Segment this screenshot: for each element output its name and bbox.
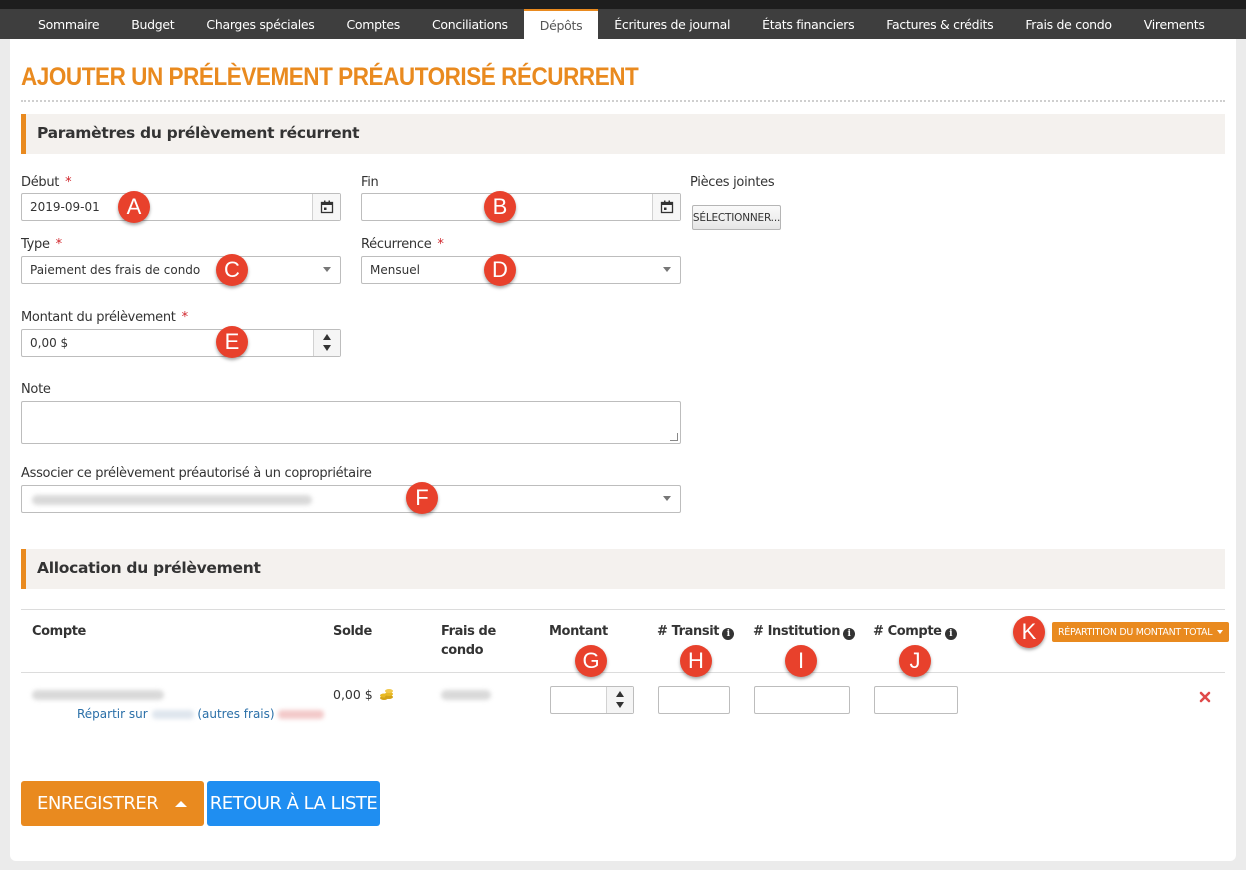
row-amount-stepper[interactable] bbox=[606, 687, 633, 713]
table-top-border bbox=[21, 609, 1225, 610]
spin-down-icon[interactable] bbox=[616, 702, 624, 708]
select-attachments-button[interactable]: SÉLECTIONNER... bbox=[692, 205, 781, 230]
required-asterisk: * bbox=[181, 310, 189, 325]
row-transit-input[interactable] bbox=[658, 686, 730, 714]
table-header-divider bbox=[21, 672, 1225, 673]
start-date-label: Début * bbox=[21, 175, 72, 190]
owner-label: Associer ce prélèvement préautorisé à un… bbox=[21, 466, 372, 481]
chevron-down-icon bbox=[323, 267, 331, 272]
note-label: Note bbox=[21, 382, 51, 397]
tab-conciliations[interactable]: Conciliations bbox=[416, 9, 524, 39]
caret-up-icon[interactable] bbox=[175, 801, 187, 807]
chevron-down-icon bbox=[663, 496, 671, 501]
marker-i: I bbox=[785, 645, 817, 677]
marker-g: G bbox=[575, 645, 607, 677]
info-icon[interactable]: i bbox=[944, 628, 957, 640]
back-to-list-button[interactable]: RETOUR À LA LISTE bbox=[207, 781, 380, 826]
redacted-amount bbox=[151, 710, 194, 719]
coins-icon[interactable] bbox=[379, 687, 394, 701]
redacted-account-name bbox=[32, 690, 164, 700]
resize-handle-icon[interactable] bbox=[670, 433, 678, 441]
required-asterisk: * bbox=[55, 237, 63, 252]
redacted-condo-fees bbox=[441, 690, 491, 700]
required-asterisk: * bbox=[65, 175, 72, 190]
type-label: Type * bbox=[21, 237, 62, 252]
redacted-status bbox=[278, 710, 325, 719]
recurrence-select[interactable]: Mensuel bbox=[361, 256, 681, 284]
split-line: Répartir sur (autres frais) bbox=[77, 707, 325, 721]
info-icon[interactable]: i bbox=[843, 628, 856, 640]
end-date-label: Fin bbox=[361, 175, 379, 190]
row-amount-input[interactable] bbox=[550, 686, 634, 714]
amount-stepper[interactable] bbox=[313, 330, 340, 356]
col-header-balance: Solde bbox=[333, 624, 372, 639]
spin-up-icon[interactable] bbox=[616, 691, 624, 697]
tab-budget[interactable]: Budget bbox=[115, 9, 190, 39]
col-header-institution: # Institution i bbox=[753, 622, 856, 641]
allocation-section-header: Allocation du prélèvement bbox=[21, 549, 1225, 589]
marker-d: D bbox=[484, 254, 516, 286]
marker-h: H bbox=[680, 645, 712, 677]
title-divider bbox=[21, 100, 1225, 102]
save-button[interactable]: ENREGISTRER bbox=[21, 781, 204, 826]
tab-ecritures-de-journal[interactable]: Écritures de journal bbox=[598, 9, 746, 39]
params-section-header: Paramètres du prélèvement récurrent bbox=[21, 114, 1225, 154]
tab-factures-credits[interactable]: Factures & crédits bbox=[870, 9, 1009, 39]
tab-etats-financiers[interactable]: États financiers bbox=[746, 9, 870, 39]
delete-row-icon[interactable] bbox=[1199, 691, 1211, 703]
amount-label: Montant du prélèvement * bbox=[21, 310, 188, 325]
col-header-account-number: # Compte i bbox=[873, 622, 957, 641]
end-date-input[interactable] bbox=[361, 193, 681, 221]
sub-navigation: Sommaire Budget Charges spéciales Compte… bbox=[0, 9, 1246, 39]
marker-b: B bbox=[484, 191, 516, 223]
marker-c: C bbox=[216, 254, 248, 286]
marker-j: J bbox=[899, 645, 931, 677]
info-icon[interactable]: i bbox=[722, 628, 735, 640]
type-select[interactable]: Paiement des frais de condo bbox=[21, 256, 341, 284]
required-asterisk: * bbox=[437, 237, 444, 252]
tab-charges-speciales[interactable]: Charges spéciales bbox=[190, 9, 330, 39]
tab-sommaire[interactable]: Sommaire bbox=[22, 9, 115, 39]
tab-frais-de-condo[interactable]: Frais de condo bbox=[1009, 9, 1127, 39]
spin-up-icon[interactable] bbox=[323, 334, 331, 340]
row-account-number-input[interactable] bbox=[874, 686, 958, 714]
calendar-icon[interactable] bbox=[652, 194, 680, 220]
start-date-input[interactable]: 2019-09-01 bbox=[21, 193, 341, 221]
main-panel: AJOUTER UN PRÉLÈVEMENT PRÉAUTORISÉ RÉCUR… bbox=[10, 39, 1236, 861]
spin-down-icon[interactable] bbox=[323, 345, 331, 351]
page-title: AJOUTER UN PRÉLÈVEMENT PRÉAUTORISÉ RÉCUR… bbox=[21, 63, 639, 91]
redacted-owner-name bbox=[32, 495, 312, 505]
tab-depots[interactable]: Dépôts bbox=[523, 9, 599, 39]
amount-input[interactable]: 0,00 $ bbox=[21, 329, 341, 357]
marker-f: F bbox=[406, 482, 438, 514]
marker-e: E bbox=[216, 326, 248, 358]
col-header-condo-fees: Frais de condo bbox=[441, 624, 496, 658]
col-header-transit: # Transit i bbox=[657, 622, 735, 641]
owner-select[interactable] bbox=[21, 485, 681, 513]
calendar-icon[interactable] bbox=[312, 194, 340, 220]
allocation-section-title: Allocation du prélèvement bbox=[37, 559, 261, 577]
note-textarea[interactable] bbox=[21, 401, 681, 444]
recurrence-label: Récurrence * bbox=[361, 237, 444, 252]
row-institution-input[interactable] bbox=[754, 686, 850, 714]
chevron-down-icon bbox=[1217, 630, 1224, 634]
col-header-account: Compte bbox=[32, 624, 86, 639]
tab-virements[interactable]: Virements bbox=[1128, 9, 1221, 39]
marker-k: K bbox=[1013, 616, 1045, 648]
col-header-amount: Montant bbox=[549, 624, 608, 639]
split-total-amount-button[interactable]: RÉPARTITION DU MONTANT TOTAL bbox=[1052, 622, 1230, 642]
chevron-down-icon bbox=[663, 267, 671, 272]
marker-a: A bbox=[118, 191, 150, 223]
params-section-title: Paramètres du prélèvement récurrent bbox=[37, 124, 360, 142]
top-menu-bar bbox=[0, 0, 1246, 9]
row-balance: 0,00 $ bbox=[333, 687, 394, 702]
tab-comptes[interactable]: Comptes bbox=[330, 9, 416, 39]
attachments-label: Pièces jointes bbox=[690, 175, 775, 190]
